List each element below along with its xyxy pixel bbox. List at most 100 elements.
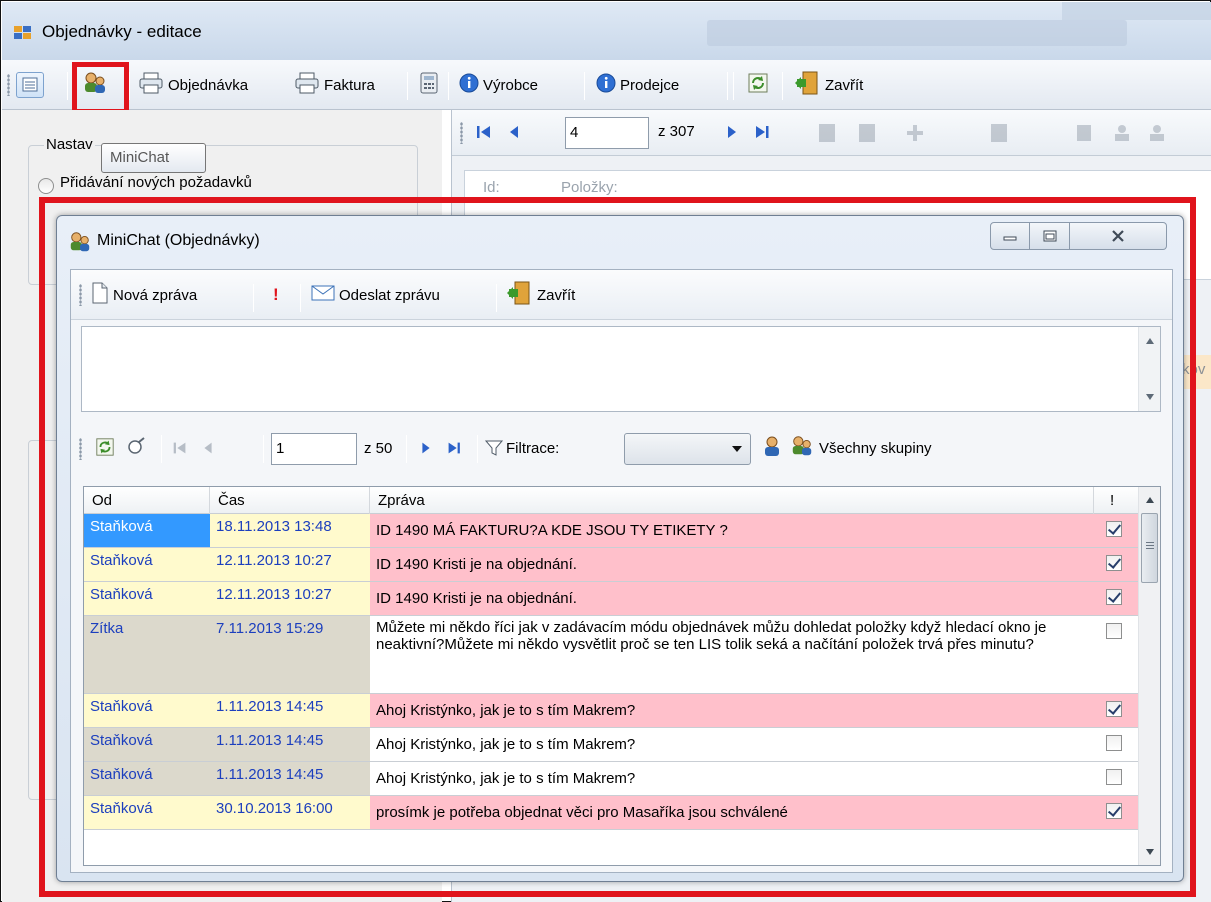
cell-od: Staňková <box>84 762 210 795</box>
radio-add-requests-label: Přidávání nových požadavků <box>60 174 252 191</box>
table-row[interactable]: Zítka 7.11.2013 15:29 Můžete mi někdo říci… <box>84 616 1138 694</box>
cell-od: Staňková <box>84 514 210 547</box>
last-page-button[interactable] <box>445 439 463 461</box>
radio-add-requests[interactable] <box>38 178 54 194</box>
cell-zprava: ID 1490 Kristi je na objednání. <box>370 548 1094 581</box>
seller-label: Prodejce <box>620 76 680 94</box>
message-input[interactable] <box>81 326 1161 412</box>
prev-page-button[interactable] <box>199 439 217 461</box>
close-button[interactable]: Zavřít <box>795 70 863 100</box>
new-message-button[interactable]: Nová zpráva <box>91 280 197 310</box>
exit-door-icon <box>507 281 533 309</box>
minimize-icon <box>1003 236 1017 241</box>
messages-grid: Od Čas Zpráva ! Staňková 18.11.2013 13:48… <box>83 486 1161 866</box>
cell-cas: 1.11.2013 14:45 <box>210 762 370 795</box>
important-checkbox[interactable] <box>1106 769 1122 785</box>
toolbar-separator <box>263 435 264 463</box>
record-position-value: 4 <box>570 124 579 141</box>
message-scrollbar[interactable] <box>1138 327 1160 411</box>
toolbar-separator <box>407 72 408 100</box>
navigator-grip[interactable] <box>460 122 463 144</box>
search-messages-button[interactable] <box>127 436 147 460</box>
cell-zprava: Ahoj Kristýnko, jak je to s tím Makrem? <box>370 728 1094 761</box>
important-toggle-button[interactable]: ! <box>273 280 279 310</box>
info-icon <box>459 73 479 97</box>
table-row[interactable]: Staňková 30.10.2013 16:00 prosímk je potře… <box>84 796 1138 830</box>
cell-od: Staňková <box>84 694 210 727</box>
blurred-taskbar-region <box>707 20 1127 46</box>
page-number-input[interactable]: 1 <box>271 433 357 465</box>
cell-important <box>1094 796 1138 829</box>
cell-important <box>1094 616 1138 693</box>
important-checkbox[interactable] <box>1106 735 1122 751</box>
toolbar-separator <box>448 72 449 100</box>
table-row[interactable]: Staňková 1.11.2013 14:45 Ahoj Kristýnko, j… <box>84 728 1138 762</box>
table-row[interactable]: Staňková 12.11.2013 10:27 ID 1490 Kristi j… <box>84 582 1138 616</box>
minichat-toolbar-grip[interactable] <box>79 284 82 306</box>
next-record-button[interactable] <box>722 122 742 146</box>
print-invoice-button[interactable]: Faktura <box>294 70 375 100</box>
refresh-button[interactable] <box>747 70 769 100</box>
close-window-button[interactable] <box>1070 222 1167 250</box>
cell-zprava: ID 1490 Kristi je na objednání. <box>370 582 1094 615</box>
cell-important <box>1094 514 1138 547</box>
table-row[interactable]: Staňková 1.11.2013 14:45 Ahoj Kristýnko, j… <box>84 694 1138 728</box>
record-position-input[interactable]: 4 <box>565 117 649 149</box>
maximize-button[interactable] <box>1030 222 1070 250</box>
minimize-button[interactable] <box>990 222 1030 250</box>
column-header-zprava[interactable]: Zpráva <box>370 487 1094 514</box>
grid-scrollbar[interactable] <box>1138 487 1160 865</box>
exclamation-icon: ! <box>273 285 279 304</box>
important-checkbox[interactable] <box>1106 555 1122 571</box>
filter-dropdown[interactable] <box>624 433 751 465</box>
first-record-button[interactable] <box>474 122 494 146</box>
view-button[interactable] <box>16 70 44 100</box>
last-record-button[interactable] <box>752 122 772 146</box>
refresh-icon <box>96 438 114 456</box>
calculator-button[interactable] <box>419 70 439 100</box>
first-page-button[interactable] <box>171 439 189 461</box>
calculator-icon <box>419 72 439 98</box>
prev-icon <box>204 442 212 454</box>
toolbar-grip[interactable] <box>7 74 10 96</box>
next-icon <box>422 442 430 454</box>
column-header-cas[interactable]: Čas <box>210 487 370 514</box>
important-checkbox[interactable] <box>1106 521 1122 537</box>
important-checkbox[interactable] <box>1106 803 1122 819</box>
close-chat-label: Zavřít <box>537 286 576 304</box>
magnifier-icon <box>128 437 145 454</box>
next-page-button[interactable] <box>417 439 435 461</box>
cell-cas: 1.11.2013 14:45 <box>210 694 370 727</box>
table-row[interactable]: Staňková 12.11.2013 10:27 ID 1490 Kristi j… <box>84 548 1138 582</box>
send-message-button[interactable]: Odeslat zprávu <box>311 280 440 310</box>
settings-group-title: Nastav <box>44 136 95 153</box>
users-group-icon <box>789 434 815 462</box>
info-icon <box>596 73 616 97</box>
print-order-button[interactable]: Objednávka <box>138 70 248 100</box>
minichat-body: Nová zpráva ! Odeslat zprávu Zavřít 1 z … <box>70 269 1173 873</box>
important-checkbox[interactable] <box>1106 701 1122 717</box>
table-row[interactable]: Staňková 18.11.2013 13:48 ID 1490 MÁ FAKTU… <box>84 514 1138 548</box>
prev-icon <box>510 126 518 138</box>
all-groups-button[interactable]: Všechny skupiny <box>789 433 932 463</box>
new-message-label: Nová zpráva <box>113 286 198 304</box>
pager-grip[interactable] <box>79 438 82 460</box>
minichat-toolbar: Nová zpráva ! Odeslat zprávu Zavřít <box>71 270 1172 320</box>
toolbar-separator <box>300 284 301 312</box>
table-row[interactable]: Staňková 1.11.2013 14:45 Ahoj Kristýnko, j… <box>84 762 1138 796</box>
seller-button[interactable]: Prodejce <box>596 70 679 100</box>
manufacturer-button[interactable]: Výrobce <box>459 70 538 100</box>
close-label: Zavřít <box>825 76 864 94</box>
grid-scroll-thumb[interactable] <box>1141 513 1158 583</box>
app-icon <box>14 26 32 40</box>
important-checkbox[interactable] <box>1106 589 1122 605</box>
column-header-important[interactable]: ! <box>1094 487 1138 514</box>
important-checkbox[interactable] <box>1106 623 1122 639</box>
my-group-button[interactable] <box>761 435 783 461</box>
all-groups-label: Všechny skupiny <box>819 439 932 457</box>
refresh-messages-button[interactable] <box>95 437 115 461</box>
close-chat-button[interactable]: Zavřít <box>507 280 575 310</box>
column-header-od[interactable]: Od <box>84 487 210 514</box>
toolbar-separator <box>727 72 728 100</box>
prev-record-button[interactable] <box>504 122 524 146</box>
